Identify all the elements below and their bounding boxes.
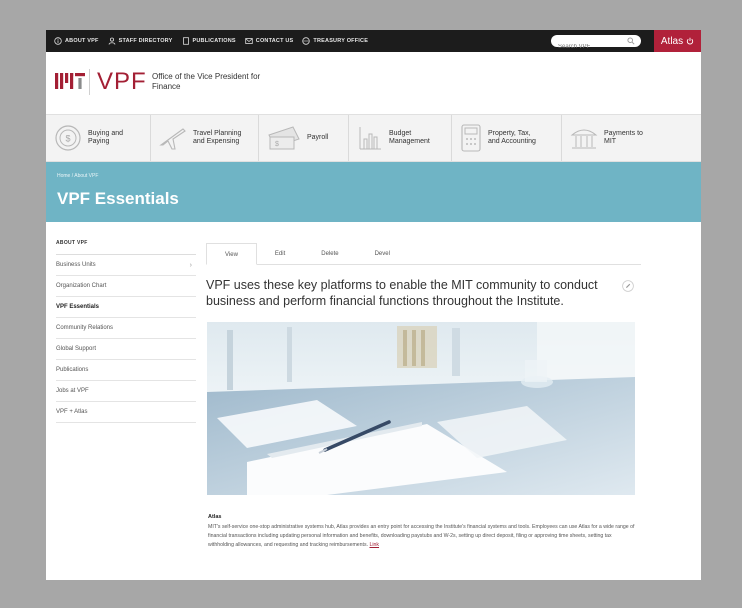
pencil-icon[interactable] [622, 280, 634, 292]
person-icon [108, 37, 115, 45]
category-property-tax[interactable]: Property, Tax, and Accounting [452, 115, 562, 161]
sidebar-item-vpf-atlas[interactable]: VPF + Atlas [56, 402, 196, 423]
tab-delete[interactable]: Delete [303, 243, 356, 264]
utility-link-label: STAFF DIRECTORY [118, 38, 173, 44]
sidebar-heading: ABOUT VPF [56, 240, 196, 255]
utility-link-label: TREASURY OFFICE [313, 38, 369, 44]
tab-edit[interactable]: Edit [257, 243, 303, 264]
article-title: Atlas [208, 514, 222, 520]
category-payroll[interactable]: $ Payroll [259, 115, 349, 161]
sidebar-item-global-support[interactable]: Global Support [56, 339, 196, 360]
sidebar-item-vpf-essentials[interactable]: VPF Essentials [56, 297, 196, 318]
building-icon [570, 129, 598, 149]
hero-image [207, 322, 635, 495]
category-nav: $ Buying and Paying Travel Planning and … [46, 114, 701, 162]
utility-link-publications[interactable]: PUBLICATIONS [182, 37, 236, 45]
search-icon[interactable] [627, 37, 635, 45]
sidebar-item-label: Global Support [56, 346, 97, 352]
mit-logo[interactable] [55, 73, 85, 89]
utility-link-label: ABOUT VPF [65, 38, 99, 44]
category-label: Property, Tax, and Accounting [488, 129, 536, 146]
site-header: VPF Office of the Vice President for Fin… [46, 52, 701, 114]
breadcrumb[interactable]: Home / About VPF [57, 173, 98, 179]
article-body-text: MIT's self-service one-stop administrati… [208, 524, 635, 548]
utility-link-contact[interactable]: CONTACT US [245, 37, 294, 45]
utility-link-directory[interactable]: STAFF DIRECTORY [108, 37, 173, 45]
svg-text:$: $ [275, 141, 279, 148]
category-travel[interactable]: Travel Planning and Expensing [151, 115, 259, 161]
sidebar-item-business-units[interactable]: Business Units › [56, 255, 196, 276]
utility-bar: ABOUT VPF STAFF DIRECTORY PUBLICATIONS C… [46, 30, 701, 53]
sidebar-item-organization-chart[interactable]: Organization Chart [56, 276, 196, 297]
article-atlas: Atlas MIT's self-service one-stop admini… [208, 514, 638, 550]
bar-chart-icon [359, 127, 381, 150]
mail-icon [245, 38, 253, 44]
category-budget[interactable]: Budget Management [349, 115, 452, 161]
calculator-icon [461, 124, 481, 152]
money-icon: $ [268, 126, 300, 150]
tab-devel[interactable]: Devel [357, 243, 408, 264]
sidebar-item-label: Publications [56, 367, 89, 373]
svg-text:$: $ [65, 134, 70, 144]
sidebar-item-jobs[interactable]: Jobs at VPF [56, 381, 196, 402]
category-label: Payroll [307, 133, 329, 141]
category-payments-mit[interactable]: Payments to MIT [562, 115, 701, 161]
article-link[interactable]: Link [370, 542, 380, 548]
category-label: Buying and Paying [88, 129, 124, 146]
vpf-logo[interactable]: VPF [97, 69, 147, 95]
info-icon [54, 37, 62, 45]
sidebar-item-label: VPF Essentials [56, 304, 100, 310]
sidebar-item-community-relations[interactable]: Community Relations [56, 318, 196, 339]
edit-tabs: View Edit Delete Devel [206, 243, 641, 265]
sidebar-item-label: Organization Chart [56, 283, 107, 289]
coin-icon: $ [55, 125, 81, 151]
page-title: VPF Essentials [57, 189, 179, 208]
utility-link-treasury[interactable]: TREASURY OFFICE [302, 37, 368, 45]
sidebar-item-label: VPF + Atlas [56, 409, 88, 415]
article-body: MIT's self-service one-stop administrati… [208, 523, 638, 550]
sidebar-item-label: Jobs at VPF [56, 388, 89, 394]
page: ABOUT VPF STAFF DIRECTORY PUBLICATIONS C… [46, 30, 701, 580]
sidebar-item-label: Community Relations [56, 325, 114, 331]
chevron-right-icon[interactable]: › [190, 255, 192, 276]
power-icon [686, 37, 694, 45]
globe-icon [302, 37, 311, 45]
category-buying-paying[interactable]: $ Buying and Paying [46, 115, 151, 161]
category-label: Travel Planning and Expensing [193, 129, 242, 146]
utility-nav: ABOUT VPF STAFF DIRECTORY PUBLICATIONS C… [54, 30, 368, 52]
sidebar: ABOUT VPF Business Units › Organization … [56, 240, 196, 423]
page-banner: Home / About VPF VPF Essentials [46, 162, 701, 222]
tab-view[interactable]: View [206, 243, 257, 265]
utility-link-about[interactable]: ABOUT VPF [54, 37, 99, 45]
sidebar-item-label: Business Units [56, 262, 96, 268]
utility-link-label: CONTACT US [255, 38, 294, 44]
category-label: Payments to MIT [604, 129, 643, 146]
intro-text: VPF uses these key platforms to enable t… [206, 278, 598, 308]
search-box [551, 35, 641, 53]
document-icon [182, 37, 189, 45]
utility-link-label: PUBLICATIONS [192, 38, 236, 44]
airplane-icon [159, 128, 186, 150]
logo-divider [89, 69, 90, 95]
atlas-button[interactable]: Atlas [654, 30, 701, 52]
sidebar-item-publications[interactable]: Publications [56, 360, 196, 381]
category-label: Budget Management [389, 129, 430, 146]
atlas-label: Atlas [660, 35, 684, 47]
office-title: Office of the Vice President for Finance [152, 72, 261, 91]
